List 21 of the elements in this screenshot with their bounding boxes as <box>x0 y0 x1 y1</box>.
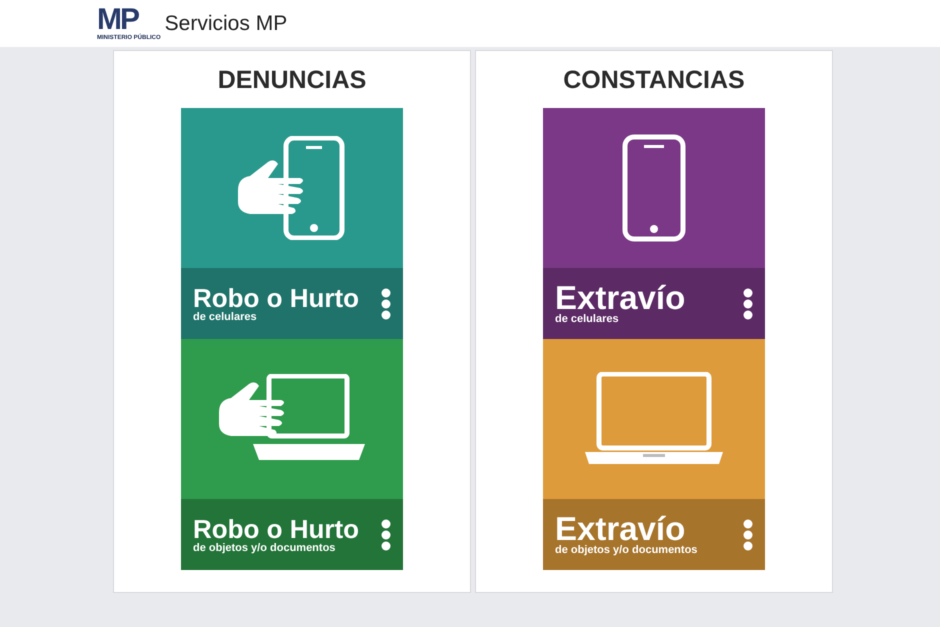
more-icon[interactable] <box>381 288 391 320</box>
phone-icon <box>622 134 686 242</box>
tile-title: Robo o Hurto <box>193 516 360 542</box>
tile-subtitle: de celulares <box>193 310 258 322</box>
tile-title: Extravío <box>555 282 686 312</box>
tile-subtitle: de objetos y/o documentos <box>193 542 336 554</box>
service-tile[interactable]: Robo o Hurto de celulares <box>181 108 403 339</box>
service-tile[interactable]: Robo o Hurto de objetos y/o documentos <box>181 339 403 570</box>
tile-subtitle: de celulares <box>555 312 620 324</box>
site-title: Servicios MP <box>164 11 288 37</box>
more-icon[interactable] <box>743 288 753 320</box>
service-tile[interactable]: Extravío de objetos y/o documentos <box>543 339 765 570</box>
tile-title: Extravío <box>555 514 686 544</box>
panel-title: DENUNCIAS <box>218 65 366 95</box>
service-tile[interactable]: Extravío de celulares <box>543 108 765 339</box>
tile-subtitle: de objetos y/o documentos <box>555 544 698 556</box>
tile-title: Robo o Hurto <box>193 284 360 310</box>
more-icon[interactable] <box>381 518 391 550</box>
logo-text: MP <box>97 6 138 34</box>
panel-title: CONSTANCIAS <box>563 65 745 95</box>
laptop-icon <box>585 372 723 466</box>
